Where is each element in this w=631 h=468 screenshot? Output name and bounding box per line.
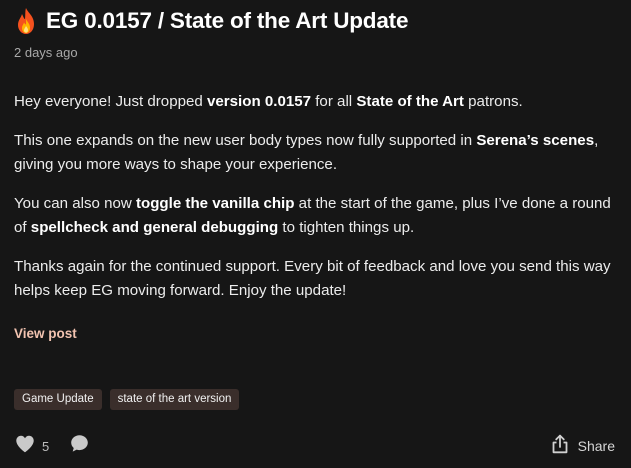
post-body: Hey everyone! Just dropped version 0.015… bbox=[14, 90, 614, 303]
comment-button[interactable] bbox=[69, 433, 90, 459]
tag-list: Game Update state of the art version bbox=[14, 389, 240, 410]
post-header: EG 0.0157 / State of the Art Update bbox=[14, 6, 617, 36]
bold-text: State of the Art bbox=[356, 93, 464, 110]
heart-icon bbox=[14, 433, 36, 460]
like-count: 5 bbox=[42, 438, 50, 454]
body-paragraph: This one expands on the new user body ty… bbox=[14, 129, 614, 177]
body-text: patrons. bbox=[463, 93, 523, 110]
view-post-link[interactable]: View post bbox=[14, 326, 77, 341]
bold-text: version 0.0157 bbox=[206, 93, 312, 110]
body-text: You can also now bbox=[14, 195, 136, 212]
body-paragraph: You can also now toggle the vanilla chip… bbox=[14, 192, 614, 240]
body-text: to tighten things up. bbox=[278, 219, 415, 236]
post-date: 2 days ago bbox=[14, 45, 78, 60]
fire-icon bbox=[14, 7, 38, 35]
share-button[interactable]: Share bbox=[551, 434, 615, 459]
bold-text: Serena’s scenes bbox=[476, 132, 595, 149]
post-title: EG 0.0157 / State of the Art Update bbox=[46, 8, 409, 33]
body-text: for all bbox=[311, 93, 357, 110]
share-icon bbox=[551, 434, 578, 459]
body-text: Thanks again for the continued support. … bbox=[14, 258, 611, 299]
like-button[interactable]: 5 bbox=[14, 433, 49, 460]
bold-text: spellcheck and general debugging bbox=[30, 219, 279, 236]
body-paragraph: Thanks again for the continued support. … bbox=[14, 255, 614, 303]
body-text: Hey everyone! Just dropped bbox=[14, 93, 207, 110]
comment-icon bbox=[69, 433, 90, 459]
post-footer: 5 Share bbox=[14, 433, 615, 459]
body-text: This one expands on the new user body ty… bbox=[14, 132, 477, 149]
bold-text: toggle the vanilla chip bbox=[135, 195, 295, 212]
tag-chip[interactable]: state of the art version bbox=[109, 389, 240, 410]
tag-chip[interactable]: Game Update bbox=[14, 389, 102, 410]
body-paragraph: Hey everyone! Just dropped version 0.015… bbox=[14, 90, 614, 114]
share-label: Share bbox=[577, 438, 615, 454]
